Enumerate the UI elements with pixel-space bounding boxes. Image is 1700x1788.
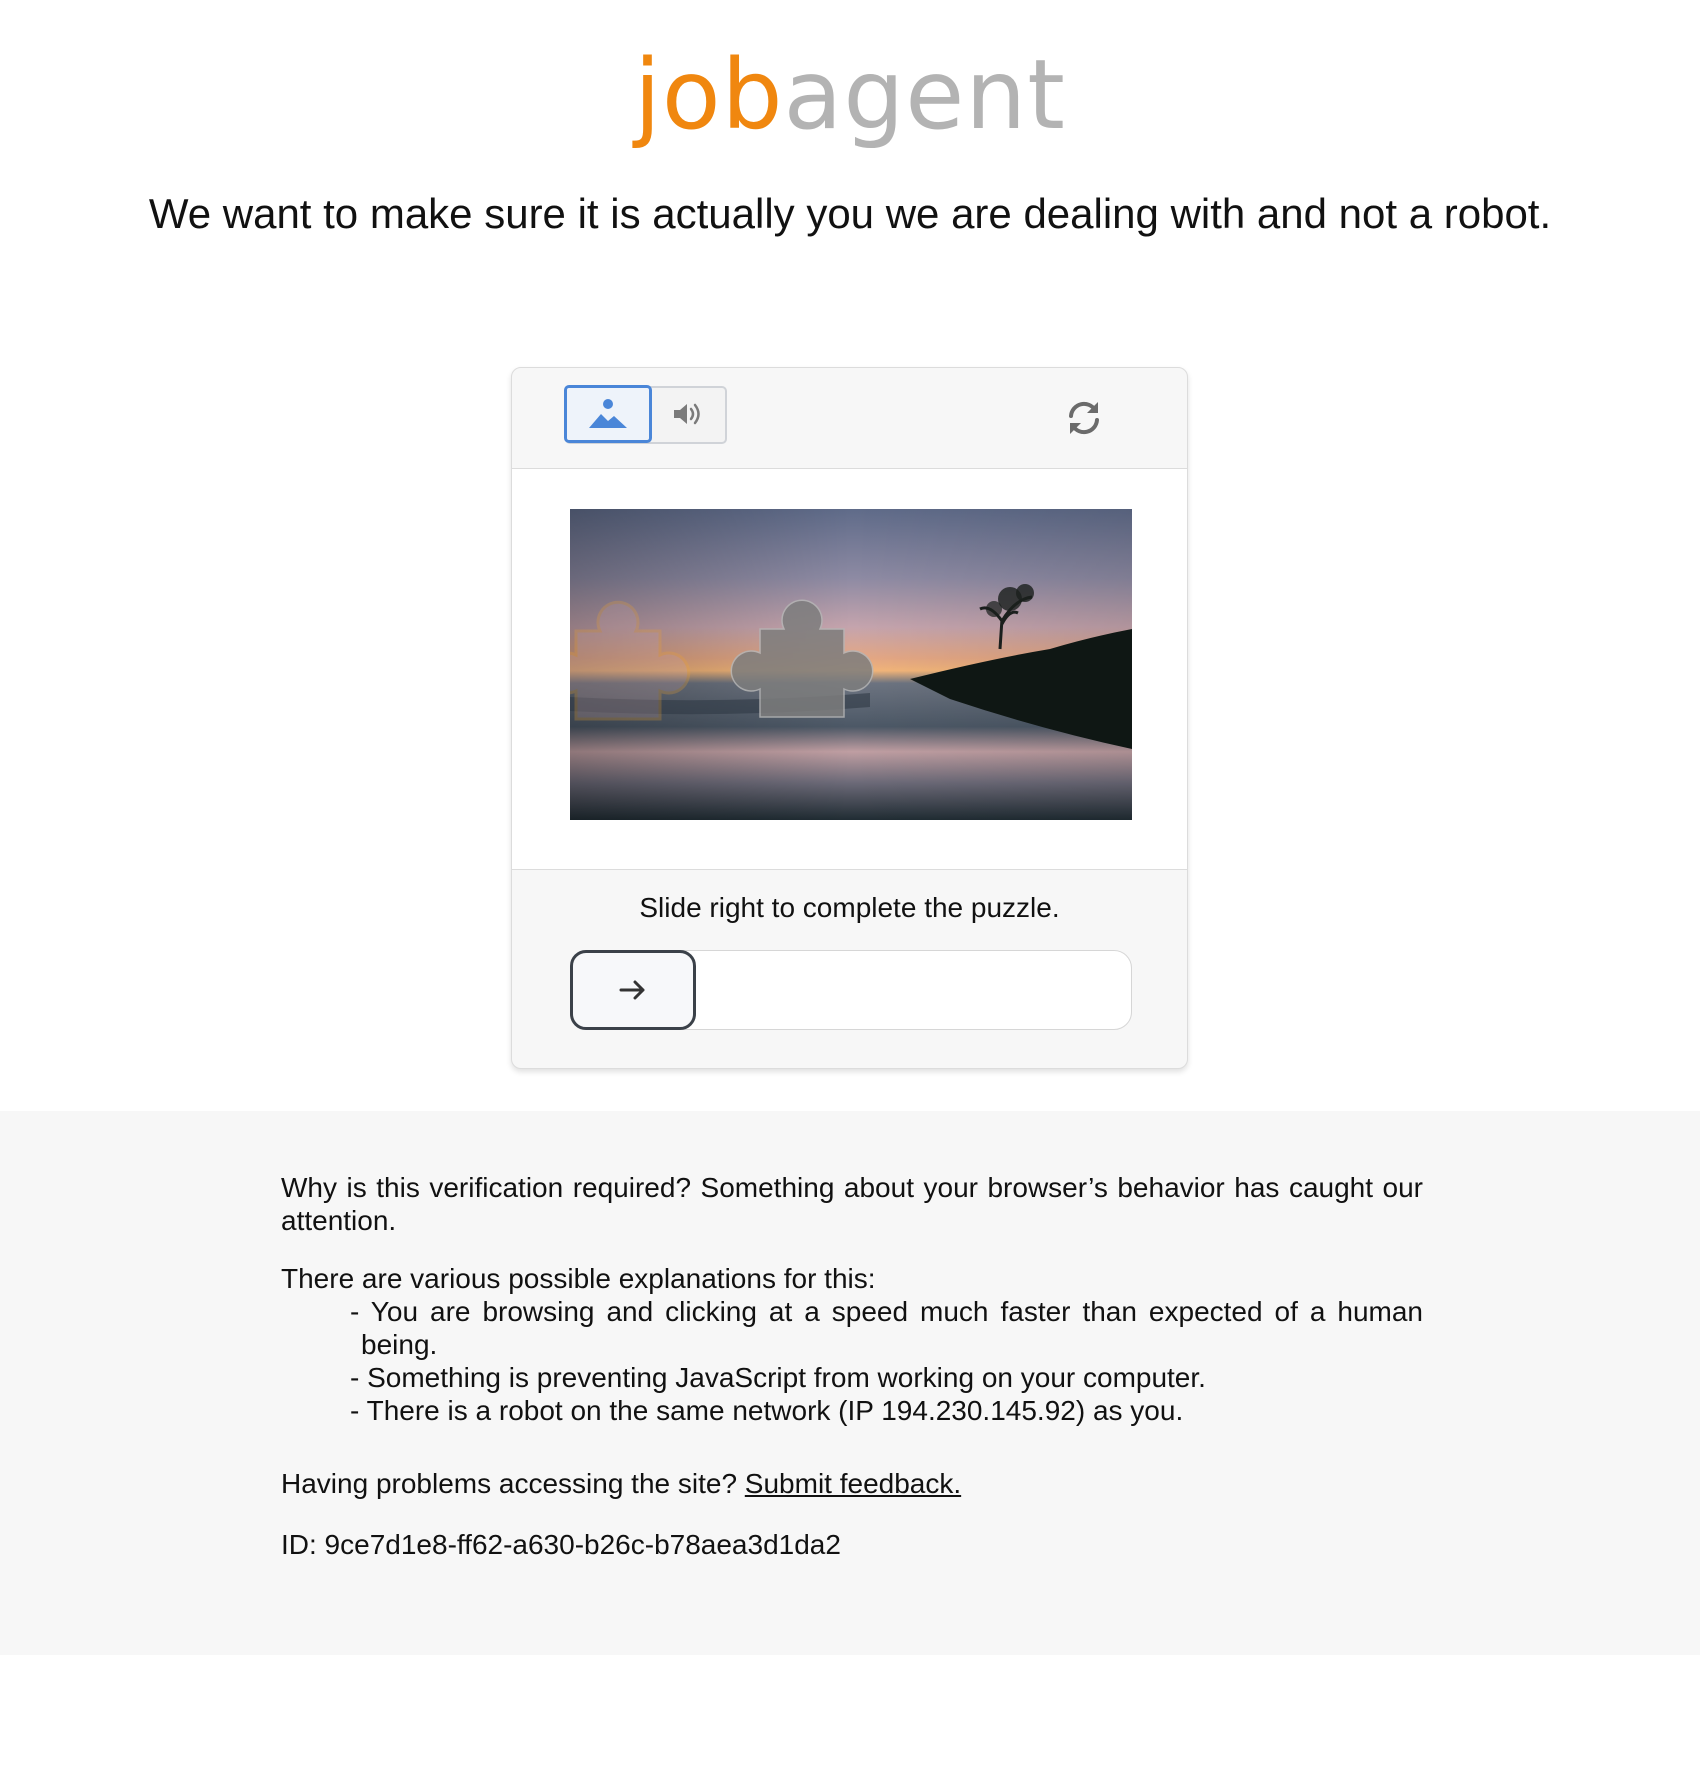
info-section: Why is this verification required? Somet… [0, 1111, 1700, 1655]
reasons-list: - You are browsing and clicking at a spe… [350, 1295, 1423, 1427]
logo-job: job [634, 39, 784, 151]
reason-item: - There is a robot on the same network (… [350, 1395, 1184, 1426]
why-text: Why is this verification required? Somet… [281, 1172, 1423, 1236]
captcha-widget: Slide right to complete the puzzle. [511, 367, 1188, 1069]
jobagent-logo: jobagent [0, 40, 1700, 150]
image-icon [589, 399, 627, 428]
explanations-intro: There are various possible explanations … [281, 1263, 876, 1294]
captcha-instruction: Slide right to complete the puzzle. [639, 892, 1060, 923]
reason-item: - Something is preventing JavaScript fro… [350, 1362, 1206, 1393]
puzzle-background-image [570, 509, 1132, 820]
problems-line: Having problems accessing the site? Subm… [281, 1467, 1423, 1500]
page-headline: We want to make sure it is actually you … [148, 190, 1552, 237]
submit-feedback-link[interactable]: Submit feedback. [745, 1468, 961, 1499]
slider-handle[interactable] [570, 950, 696, 1030]
captcha-mode-switch [564, 385, 727, 444]
request-id: ID: 9ce7d1e8-ff62-a630-b26c-b78aea3d1da2 [281, 1529, 841, 1560]
arrow-right-icon [619, 980, 645, 1000]
captcha-header [512, 368, 1187, 469]
image-mode-button[interactable] [564, 385, 652, 443]
refresh-button[interactable] [1062, 396, 1106, 440]
reason-item: - You are browsing and clicking at a spe… [350, 1296, 1423, 1360]
logo-agent: agent [783, 39, 1066, 151]
speaker-icon [674, 403, 700, 425]
audio-mode-button[interactable] [652, 385, 724, 443]
captcha-image-area [512, 469, 1187, 870]
refresh-icon [1069, 401, 1099, 435]
problems-text: Having problems accessing the site? [281, 1468, 738, 1499]
